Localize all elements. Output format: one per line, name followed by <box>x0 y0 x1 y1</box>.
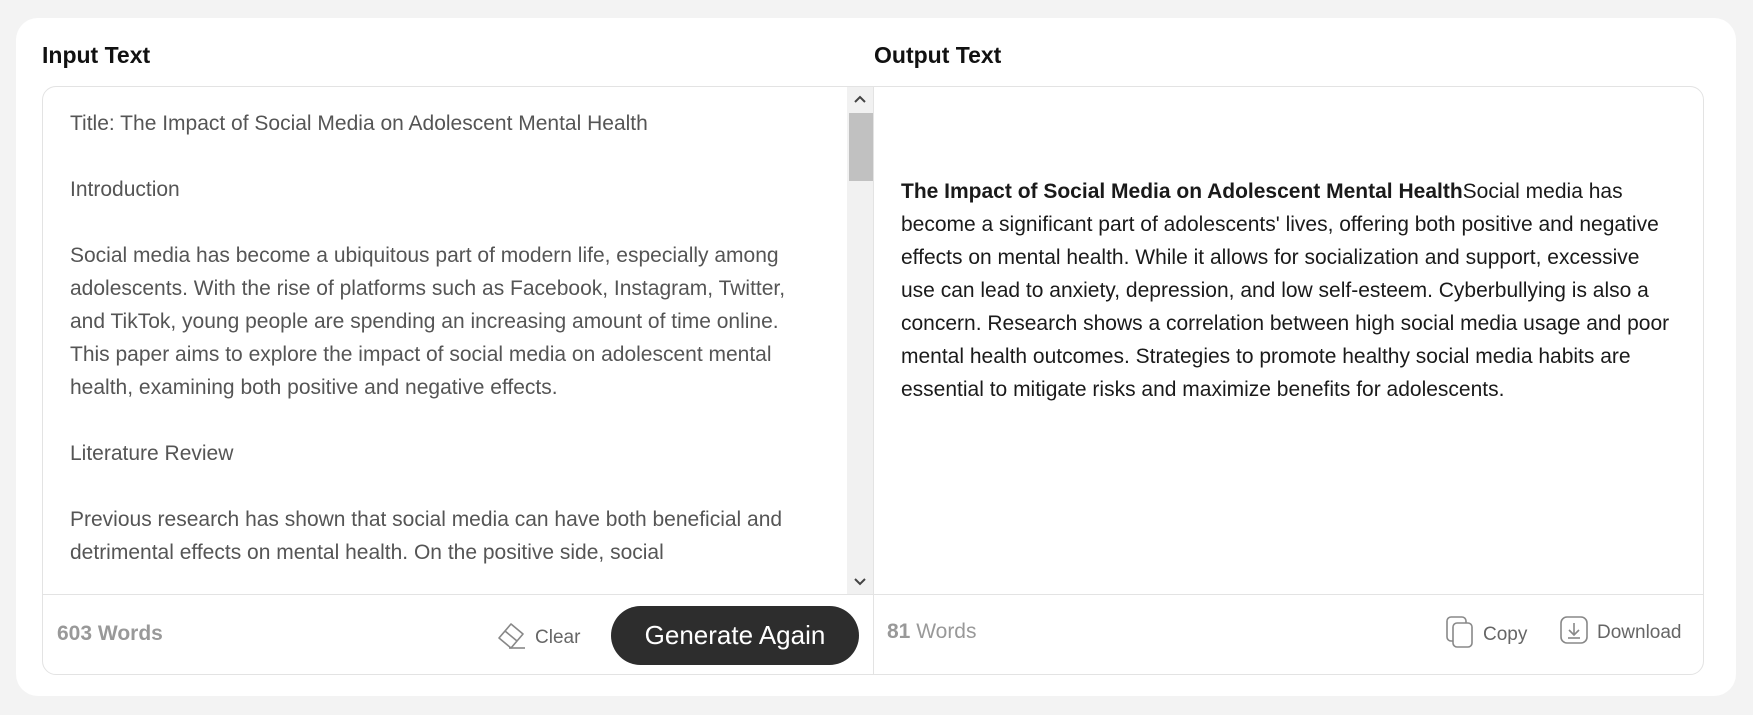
output-text: The Impact of Social Media on Adolescent… <box>901 175 1671 406</box>
copy-button[interactable]: Copy <box>1445 615 1527 655</box>
input-panel-title: Input Text <box>42 42 151 68</box>
input-paragraph: Previous research has shown that social … <box>70 508 783 564</box>
input-word-count: 603 Words <box>57 622 163 645</box>
panel-divider <box>873 87 874 674</box>
paraphraser-card: Input Text Output Text Title: The Impact… <box>16 18 1736 696</box>
copy-icon <box>1445 615 1475 655</box>
output-word-count: 81 Words <box>887 620 977 644</box>
download-label: Download <box>1597 622 1682 643</box>
input-paragraph: Introduction <box>70 178 180 201</box>
eraser-icon <box>495 620 527 656</box>
generate-again-button[interactable]: Generate Again <box>611 606 859 665</box>
output-panel-title: Output Text <box>874 42 1002 68</box>
output-body: Social media has become a significant pa… <box>901 180 1670 401</box>
download-icon <box>1559 615 1589 651</box>
output-heading: The Impact of Social Media on Adolescent… <box>901 180 1463 203</box>
chevron-up-icon[interactable] <box>847 87 873 111</box>
editor-container: Title: The Impact of Social Media on Ado… <box>42 86 1704 675</box>
output-word-count-suffix: Words <box>910 620 977 643</box>
download-button[interactable]: Download <box>1559 615 1682 651</box>
input-paragraph: Social media has become a ubiquitous par… <box>70 244 786 399</box>
chevron-down-icon[interactable] <box>847 570 873 594</box>
input-paragraph: Literature Review <box>70 442 234 465</box>
input-scrollbar[interactable] <box>847 87 873 594</box>
clear-label: Clear <box>535 627 581 648</box>
input-paragraph: Title: The Impact of Social Media on Ado… <box>70 112 648 135</box>
footer-divider <box>43 594 1703 595</box>
input-textarea[interactable]: Title: The Impact of Social Media on Ado… <box>70 107 790 594</box>
clear-button[interactable]: Clear <box>495 618 580 658</box>
copy-label: Copy <box>1483 624 1528 645</box>
output-word-count-number: 81 <box>887 620 911 643</box>
scrollbar-thumb[interactable] <box>849 113 873 181</box>
